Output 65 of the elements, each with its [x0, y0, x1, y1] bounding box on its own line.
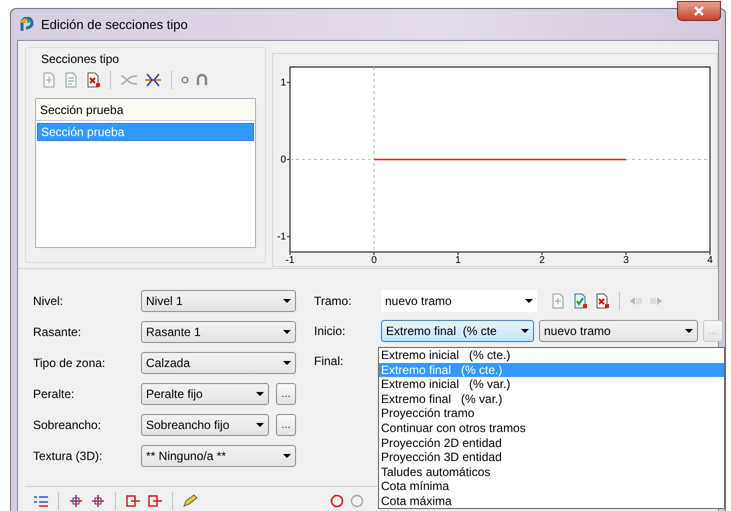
field-label: Inicio:	[314, 324, 346, 338]
field-label: Rasante:	[33, 325, 82, 340]
arrow-box-icon[interactable]	[125, 494, 141, 508]
dropdown[interactable]: nuevo tramo	[539, 320, 698, 342]
circle-icon[interactable]	[181, 76, 189, 84]
pencil-icon[interactable]	[182, 494, 198, 508]
x-tick: 2	[539, 252, 545, 266]
y-tick: 1	[280, 77, 290, 88]
y-tick-label: -1	[277, 232, 286, 243]
dropdown-option[interactable]: Extremo inicial (% cte.)	[379, 348, 724, 363]
dropdown[interactable]: ** Ninguno/a **	[141, 445, 296, 468]
app-logo-icon	[19, 16, 35, 32]
dropdown[interactable]: Sobreancho fijo	[141, 414, 269, 436]
dropdown[interactable]: Rasante 1	[141, 321, 296, 344]
dropdown-option[interactable]: Extremo inicial (% var.)	[379, 377, 724, 392]
more-button[interactable]: ...	[276, 383, 296, 406]
move-icon[interactable]	[68, 494, 84, 508]
dropdown[interactable]: Nivel 1	[141, 290, 296, 312]
field-label: Textura (3D):	[33, 449, 104, 464]
field-label: Tipo de zona:	[33, 356, 106, 370]
dropdown[interactable]: Extremo final (% cte	[381, 320, 534, 342]
field-label: Tramo:	[314, 294, 353, 308]
dropdown-option[interactable]: Proyección tramo	[379, 406, 724, 421]
dropdown[interactable]: Peralte fijo	[141, 383, 269, 406]
x-tick-label: 1	[455, 255, 462, 266]
field-label: Peralte:	[33, 387, 76, 402]
x-tick-label: 2	[539, 255, 546, 266]
box-arrow-icon[interactable]	[147, 494, 163, 508]
close-button[interactable]	[677, 1, 721, 21]
more-button[interactable]: ...	[276, 414, 296, 436]
y-tick: -1	[277, 232, 290, 243]
name-field[interactable]: Sección prueba	[36, 99, 255, 121]
list-icon[interactable]	[33, 494, 49, 508]
dropdown-option[interactable]: Cota máxima	[379, 494, 724, 508]
close-icon	[693, 6, 705, 16]
dropdown-option[interactable]: Proyección 3D entidad	[379, 450, 724, 465]
field-label: Sobreancho:	[33, 418, 102, 432]
dropdown-option[interactable]: Cota mínima	[379, 479, 724, 494]
stop-icon[interactable]	[330, 494, 344, 508]
document-check-icon[interactable]	[572, 292, 588, 309]
x-tick: -1	[286, 252, 294, 266]
y-tick-label: 1	[280, 77, 286, 88]
crosshair-icon[interactable]	[90, 494, 106, 508]
y-tick-label: 0	[280, 154, 286, 166]
dropdown[interactable]: Calzada	[141, 352, 296, 374]
x-tick: 4	[707, 252, 713, 266]
x-tick-label: 3	[623, 255, 630, 266]
x-tick: 1	[455, 252, 461, 266]
dropdown-option[interactable]: Taludes automáticos	[379, 464, 724, 480]
group-title: Secciones tipo	[41, 52, 120, 66]
dropdown[interactable]: nuevo tramo	[381, 290, 537, 312]
x-tick: 3	[623, 252, 629, 266]
dropdown-option[interactable]: Proyección 2D entidad	[379, 436, 724, 450]
x-tick-label: 0	[371, 255, 378, 266]
junction-icon[interactable]	[144, 72, 162, 88]
x-tick: 0	[371, 252, 377, 266]
window-title: Edición de secciones tipo	[41, 17, 188, 32]
dropdown-option[interactable]: Extremo final (% var.)	[379, 392, 724, 406]
field-label: Nivel:	[33, 294, 64, 308]
x-tick-label: 4	[707, 255, 714, 266]
dropdown-option[interactable]: Continuar con otros tramos	[379, 420, 724, 436]
y-tick: 0	[280, 154, 290, 166]
document-delete-icon[interactable]	[85, 72, 101, 88]
field-label: Final:	[314, 354, 344, 368]
document-delete-icon[interactable]	[594, 292, 610, 309]
